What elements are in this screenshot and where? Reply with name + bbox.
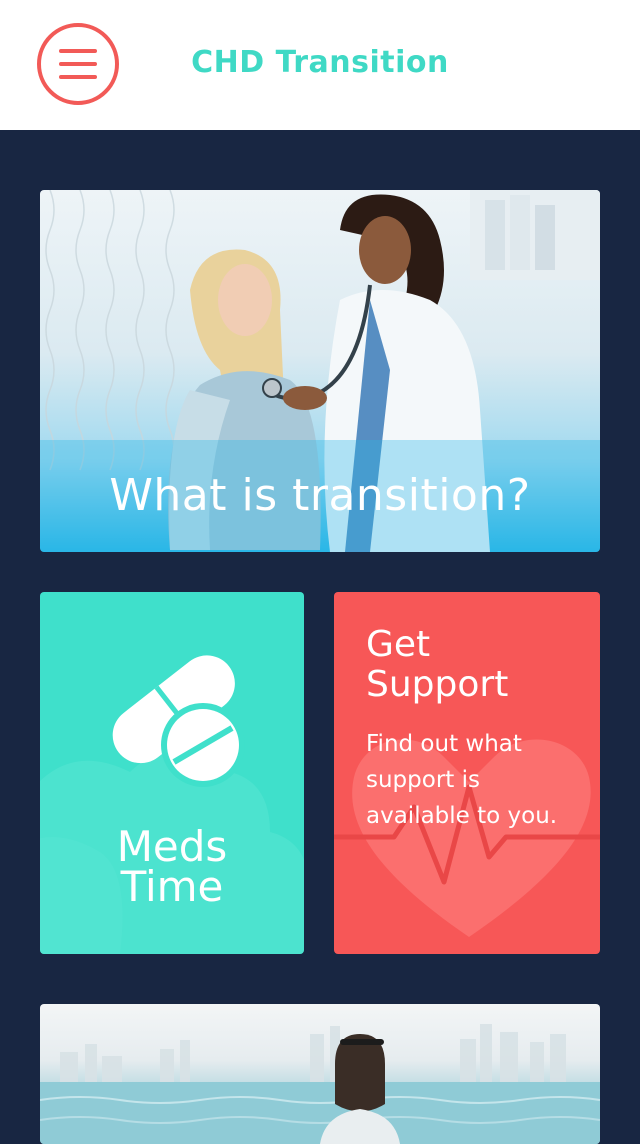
person-by-sea-photo [40, 1024, 600, 1144]
what-is-transition-title: What is transition? [109, 470, 531, 521]
app-title: CHD Transition [191, 45, 449, 80]
meds-time-label: Meds Time [40, 822, 304, 911]
get-support-title-line1: Get [366, 624, 431, 665]
app-header: CHD Transition [0, 0, 640, 130]
what-is-transition-card[interactable]: What is transition? [40, 190, 600, 552]
meds-time-card[interactable]: Meds Time [40, 592, 304, 954]
get-support-description: Find out what support is available to yo… [366, 731, 558, 829]
person-by-sea-card[interactable] [40, 1004, 600, 1144]
get-support-title-line2: Support [366, 664, 509, 705]
get-support-title: Get Support [366, 625, 586, 705]
meds-time-line1: Meds [116, 822, 228, 871]
get-support-card[interactable]: Get Support Find out what support is ava… [334, 592, 600, 954]
meds-time-line2: Time [120, 862, 224, 911]
pills-icon [112, 655, 245, 787]
